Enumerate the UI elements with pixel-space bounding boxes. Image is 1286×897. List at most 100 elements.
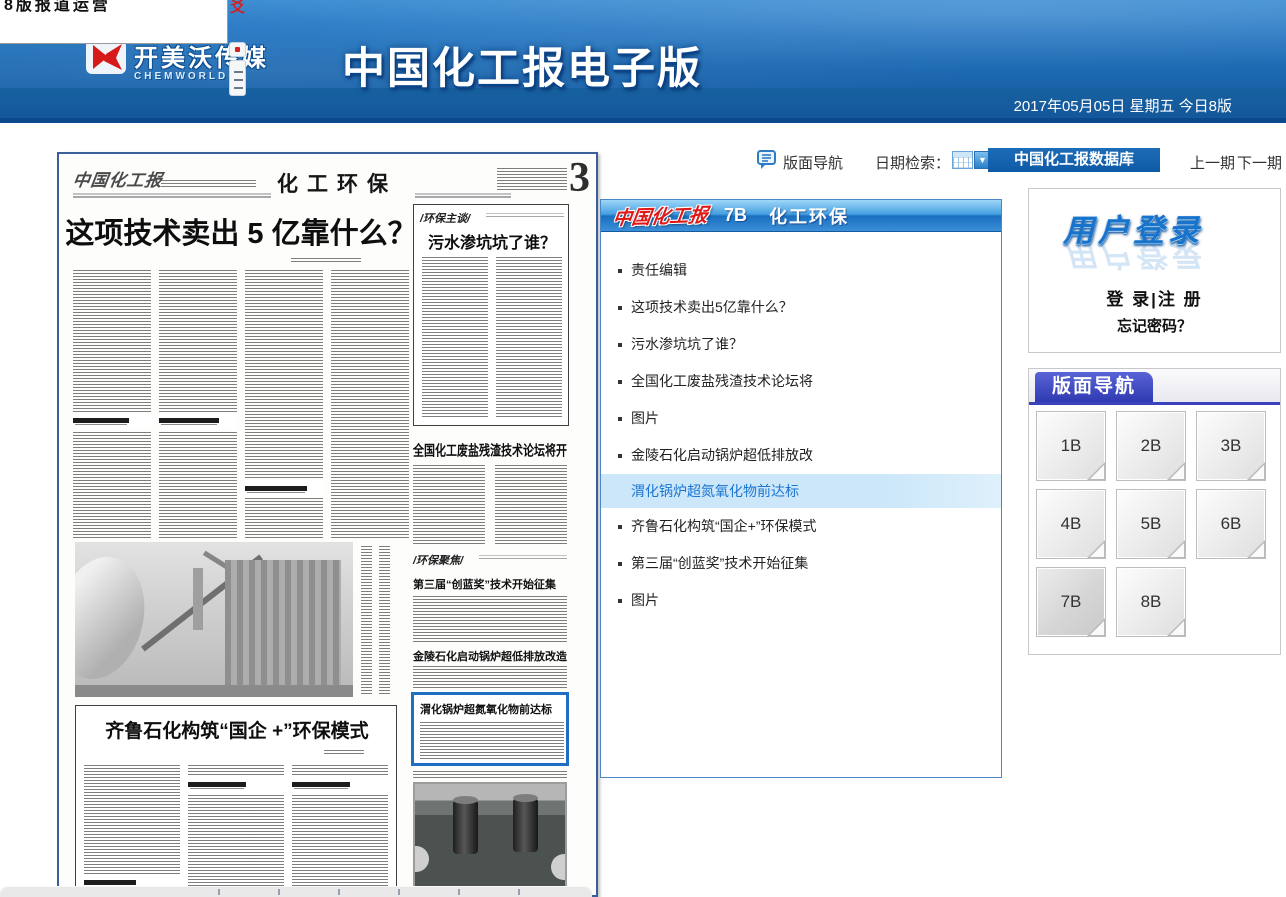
article-list-item-selected[interactable]: 渭化锅炉超氮氧化物前达标 <box>601 474 1001 508</box>
article-list-item[interactable]: 这项技术卖出5亿靠什么？ <box>601 289 1001 326</box>
masthead-info-block <box>497 166 567 190</box>
page-button-5b[interactable]: 5B <box>1116 489 1186 559</box>
header-divider <box>0 118 1286 123</box>
mini-button[interactable] <box>229 42 246 57</box>
page-button-1b[interactable]: 1B <box>1036 411 1106 481</box>
page-code: 7B <box>724 205 747 226</box>
page-button-7b[interactable]: 7B <box>1036 567 1106 637</box>
text-block <box>420 721 564 759</box>
mini-toolbar[interactable] <box>229 60 246 96</box>
bullet-icon <box>618 269 622 273</box>
masthead-rule-left <box>73 196 271 198</box>
red-glyph-fragment: 爻 <box>230 0 246 14</box>
column-label: /环保主谈/ <box>420 210 470 226</box>
page-button-2b[interactable]: 2B <box>1116 411 1186 481</box>
login-title-reflection: 用户登录 <box>1063 235 1203 280</box>
page-button-grid: 1B 2B 3B 4B 5B 6B 7B 8B <box>1036 411 1278 645</box>
article-title: 金陵石化启动锅炉超低排放改 <box>631 437 813 474</box>
divider: | <box>1151 290 1158 309</box>
article-title: 污水渗坑坑了谁？ <box>631 326 743 363</box>
selected-article-region[interactable]: 渭化锅炉超氮氧化物前达标 <box>411 692 569 766</box>
bullet-icon <box>618 306 622 310</box>
bullet-icon <box>618 380 622 384</box>
masthead-smalltext <box>161 180 256 187</box>
article-list-item[interactable]: 全国化工废盐残渣技术论坛将 <box>601 363 1001 400</box>
paper-page-number: 3 <box>569 154 590 202</box>
page-button-3b[interactable]: 3B <box>1196 411 1266 481</box>
article-list: 责任编辑 这项技术卖出5亿靠什么？ 污水渗坑坑了谁？ 全国化工废盐残渣技术论坛将… <box>601 252 1001 619</box>
article-title: 渭化锅炉超氮氧化物前达标 <box>631 474 799 508</box>
newspaper-scan[interactable]: 中国化工报 化工环保 3 这项技术卖出 5 亿靠什么？ /环保主谈/ 污水渗坑坑… <box>57 152 598 897</box>
boxed-article[interactable]: /环保主谈/ 污水渗坑坑了谁？ <box>413 204 569 426</box>
site-title: 中国化工报电子版 <box>342 34 702 96</box>
article-list-item[interactable]: 金陵石化启动锅炉超低排放改 <box>601 437 1001 474</box>
paper-headline-2[interactable]: 全国化工废盐残渣技术论坛将开 <box>413 440 569 461</box>
page-nav-tab: 版面导航 <box>1035 372 1153 402</box>
photo-caption-vertical <box>379 544 390 694</box>
photo-industrial-construction <box>75 542 353 697</box>
byline-block <box>324 748 364 754</box>
register-link[interactable]: 注 册 <box>1158 290 1203 309</box>
text-column <box>331 268 409 538</box>
partial-vertical-widget: 爻 <box>228 0 248 100</box>
paper-sub-headline-2[interactable]: 第三届“创蓝奖”技术开始征集 <box>413 576 556 592</box>
page-button-4b[interactable]: 4B <box>1036 489 1106 559</box>
masthead-logo: 中国化工报 <box>71 166 165 191</box>
text-column <box>422 257 488 417</box>
issue-date: 2017年05月05日 星期五 今日8版 <box>1014 95 1232 116</box>
article-list-item[interactable]: 第三届“创蓝奖”技术开始征集 <box>601 545 1001 582</box>
date-search-label: 日期检索： <box>875 152 950 173</box>
article-list-header: 中国化工报 7B 化工环保 <box>601 200 1001 232</box>
bullet-icon <box>618 599 622 603</box>
page-button-8b[interactable]: 8B <box>1116 567 1186 637</box>
label-rule <box>479 558 567 559</box>
page-nav-header: 版面导航 <box>1029 369 1280 405</box>
article-title: 图片 <box>631 400 659 437</box>
popup-overlay[interactable]: 8版报道运营 <box>0 0 228 44</box>
photo-caption-vertical <box>361 544 372 694</box>
user-login-panel: 用户登录 用户登录 登 录|注 册 忘记密码？ <box>1028 188 1281 353</box>
page-nav-icon <box>757 150 777 170</box>
article-title: 责任编辑 <box>631 252 687 289</box>
forgot-password-link[interactable]: 忘记密码？ <box>1029 315 1280 336</box>
text-block <box>413 666 567 688</box>
article-list-item[interactable]: 图片 <box>601 582 1001 619</box>
article-title: 第三届“创蓝奖”技术开始征集 <box>631 545 808 582</box>
section-name: 化工环保 <box>769 203 849 229</box>
article-title: 这项技术卖出5亿靠什么？ <box>631 289 793 326</box>
article-title: 图片 <box>631 582 659 619</box>
epaper-page: 开美沃传媒 CHEMWORLD 中国化工报电子版 2017年05月05日 星期五… <box>0 0 1286 897</box>
qilu-article-box[interactable]: 齐鲁石化构筑“国企 +”环保模式 <box>75 705 397 897</box>
sub-head-band <box>292 776 388 794</box>
article-list-item[interactable]: 责任编辑 <box>601 252 1001 289</box>
next-issue-link[interactable]: 下一期 <box>1237 152 1282 173</box>
page-nav-panel: 版面导航 1B 2B 3B 4B 5B 6B 7B 8B <box>1028 368 1281 655</box>
paper-sub-headline-1: 污水渗坑坑了谁？ <box>414 229 570 253</box>
page-button-6b[interactable]: 6B <box>1196 489 1266 559</box>
column-label: /环保聚焦/ <box>413 552 463 568</box>
login-link[interactable]: 登 录 <box>1106 290 1151 309</box>
paper-sub-headline-3[interactable]: 金陵石化启动锅炉超低排放改造 <box>413 648 567 664</box>
viewer-bottom-toolbar[interactable] <box>0 886 592 897</box>
article-list-panel: 中国化工报 7B 化工环保 责任编辑 这项技术卖出5亿靠什么？ 污水渗坑坑了谁？… <box>600 199 1002 778</box>
text-block <box>413 770 567 778</box>
sub-head-band <box>73 412 151 430</box>
date-picker-input[interactable] <box>952 151 973 169</box>
paper-section-title: 化工环保 <box>277 168 397 198</box>
article-list-item[interactable]: 图片 <box>601 400 1001 437</box>
text-column <box>73 268 151 538</box>
sub-head-band <box>159 412 237 430</box>
paper-main-headline[interactable]: 这项技术卖出 5 亿靠什么？ <box>65 210 417 252</box>
masthead-rule-right <box>415 196 511 198</box>
article-list-item[interactable]: 齐鲁石化构筑“国企+”环保模式 <box>601 508 1001 545</box>
photo-water-treatment <box>413 782 567 890</box>
prev-issue-link[interactable]: 上一期 <box>1190 152 1235 173</box>
article-list-item[interactable]: 污水渗坑坑了谁？ <box>601 326 1001 363</box>
sub-head-band <box>245 480 323 498</box>
paper-headline-3: 齐鲁石化构筑“国企 +”环保模式 <box>76 716 398 743</box>
toolbar-page-nav-link[interactable]: 版面导航 <box>783 152 843 173</box>
text-column <box>496 257 562 417</box>
popup-clipped-text: 8版报道运营 <box>4 0 227 15</box>
bullet-icon <box>618 454 622 458</box>
database-button[interactable]: 中国化工报数据库 <box>988 148 1160 172</box>
